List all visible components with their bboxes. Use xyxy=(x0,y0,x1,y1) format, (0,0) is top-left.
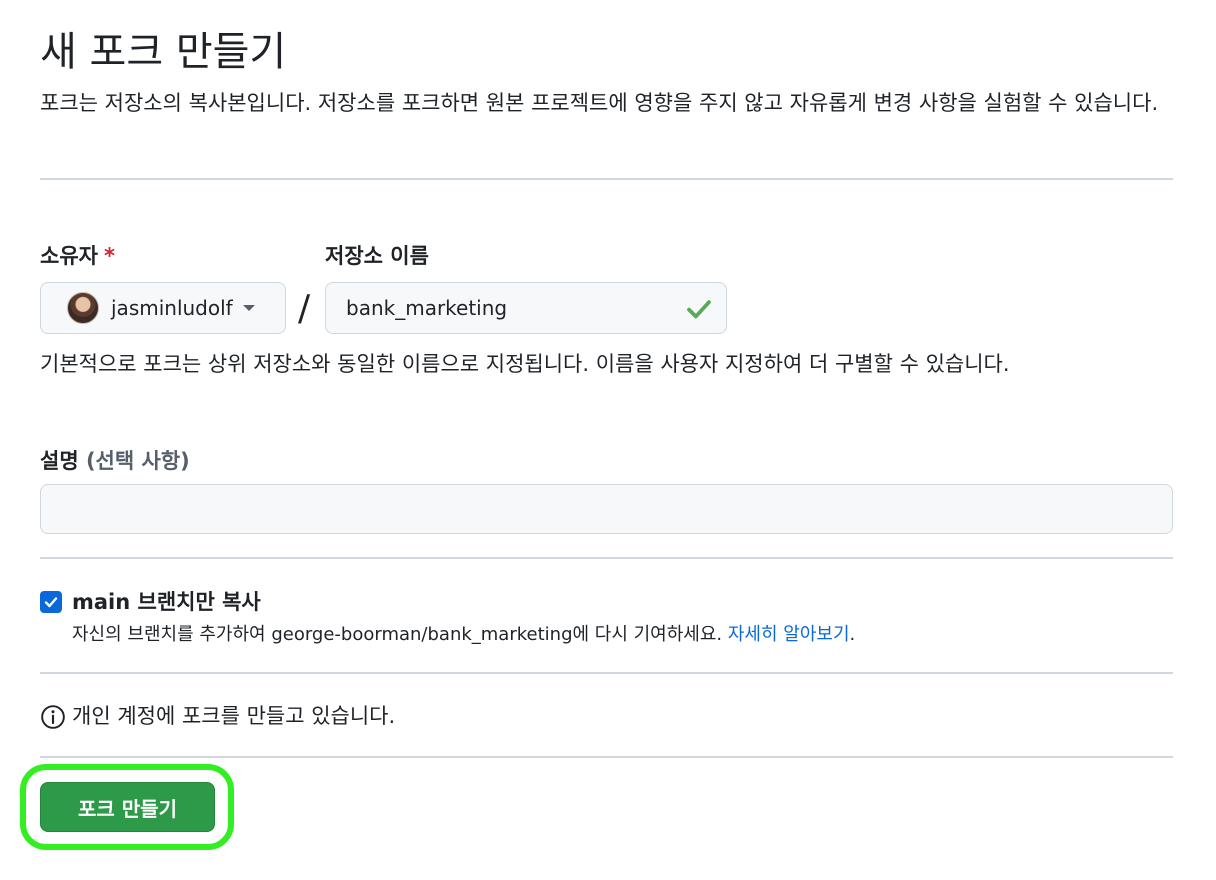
info-message: 개인 계정에 포크를 만들고 있습니다. xyxy=(72,704,396,728)
repo-name-help: 기본적으로 포크는 상위 저장소와 동일한 이름으로 지정됩니다. 이름을 사용… xyxy=(40,352,1010,376)
check-icon xyxy=(687,300,711,319)
create-fork-button[interactable]: 포크 만들기 xyxy=(40,782,215,832)
divider xyxy=(40,178,1173,180)
repo-name-input[interactable] xyxy=(325,282,727,334)
optional-hint: (선택 사항) xyxy=(85,449,190,473)
description-input[interactable] xyxy=(40,484,1173,534)
checkbox-checked-icon xyxy=(44,597,58,608)
repo-name-label: 저장소 이름 xyxy=(325,244,429,268)
note-period: . xyxy=(849,624,856,645)
copy-branch-note: 자신의 브랜치를 추가하여 george-boorman/bank_market… xyxy=(72,620,855,646)
learn-more-link[interactable]: 자세히 알아보기 xyxy=(728,624,850,645)
description-label-wrap: 설명 (선택 사항) xyxy=(40,445,190,475)
copy-branch-note-text: 자신의 브랜치를 추가하여 george-boorman/bank_market… xyxy=(72,624,723,645)
required-mark: * xyxy=(103,244,115,268)
page-title: 새 포크 만들기 xyxy=(40,29,287,75)
divider xyxy=(40,756,1173,758)
copy-main-branch-label[interactable]: main 브랜치만 복사 xyxy=(72,586,261,616)
page-subtitle: 포크는 저장소의 복사본입니다. 저장소를 포크하면 원본 프로젝트에 영향을 … xyxy=(40,91,1159,115)
copy-main-branch-checkbox[interactable] xyxy=(40,591,62,613)
divider xyxy=(40,557,1173,559)
avatar xyxy=(67,292,99,324)
divider xyxy=(40,672,1173,674)
info-icon xyxy=(41,705,65,729)
description-label: 설명 xyxy=(40,449,79,473)
owner-label: 소유자 xyxy=(40,244,98,268)
chevron-down-icon xyxy=(242,305,255,311)
owner-name: jasminludolf xyxy=(111,296,233,320)
owner-repo-separator: / xyxy=(298,288,311,329)
owner-label-wrap: 소유자 * xyxy=(40,240,115,270)
owner-select[interactable]: jasminludolf xyxy=(40,282,286,334)
